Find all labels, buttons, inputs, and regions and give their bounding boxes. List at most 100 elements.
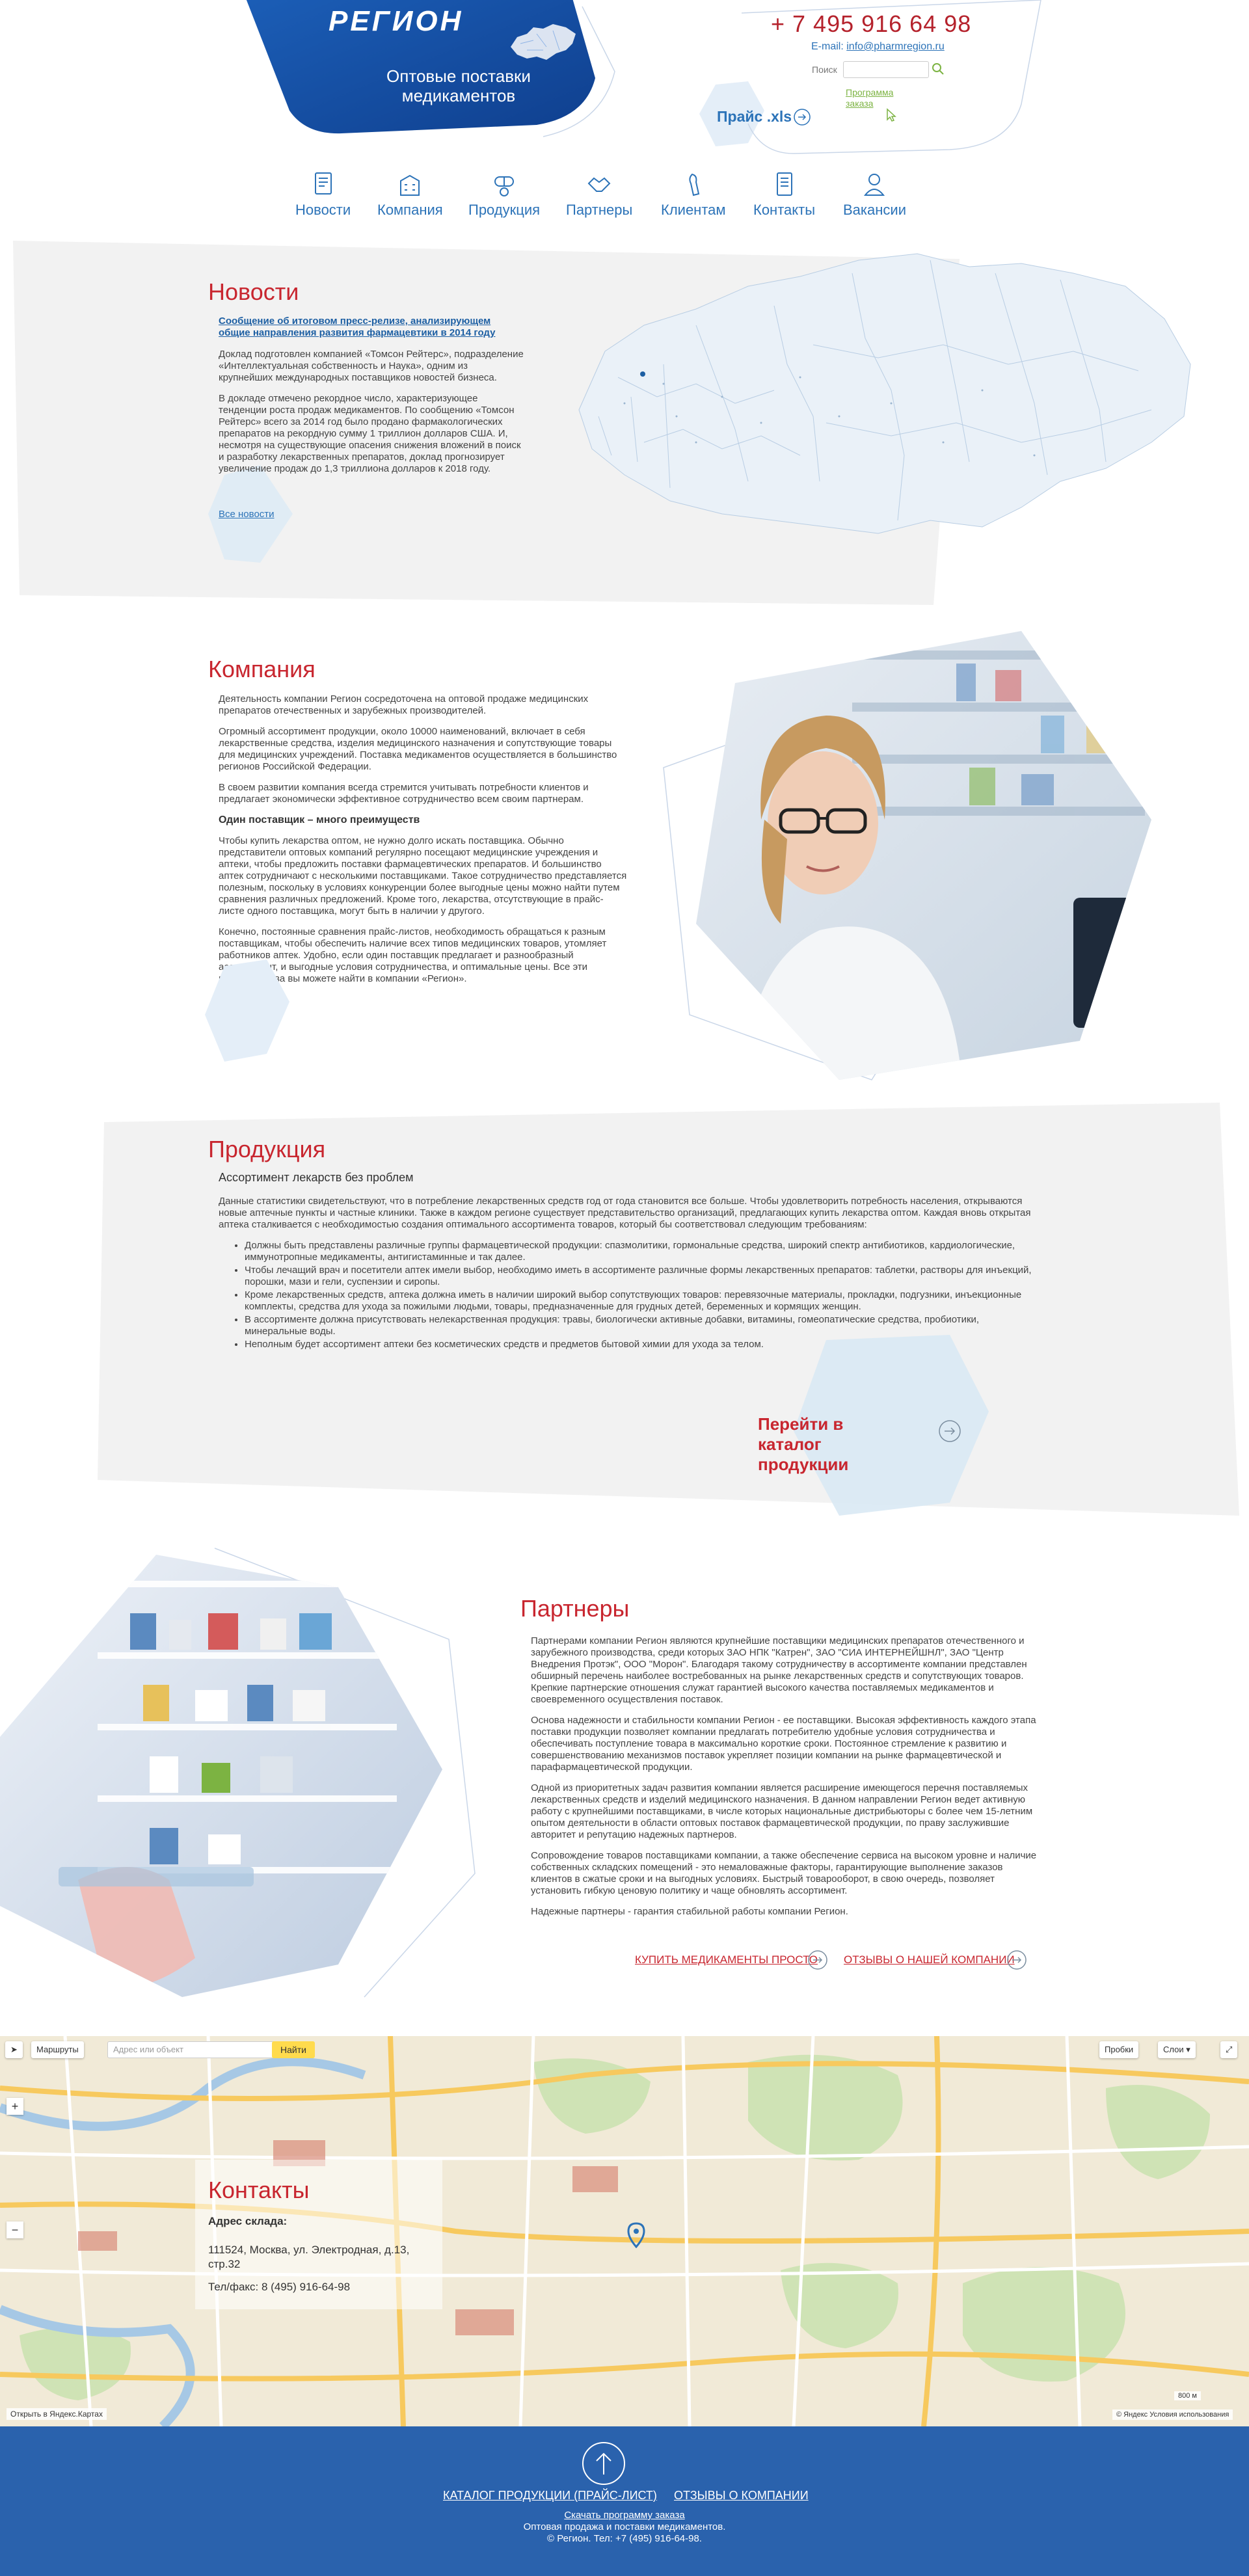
company-subtitle: Один поставщик – много преимуществ bbox=[219, 814, 420, 825]
partners-paragraph: Сопровождение товаров поставщиками компа… bbox=[531, 1850, 1037, 1896]
news-title: Новости bbox=[208, 278, 299, 305]
nav-label: Продукция bbox=[468, 202, 541, 218]
map-zoom-in-button[interactable]: + bbox=[7, 2098, 23, 2115]
pharmacist-photo bbox=[663, 631, 1151, 1080]
all-news-link[interactable]: Все новости bbox=[219, 509, 275, 520]
nav-label: Компания bbox=[377, 202, 443, 218]
pharmacy-shelves-photo bbox=[0, 1548, 476, 1998]
nav-item-company[interactable]: Компания bbox=[377, 170, 443, 219]
partners-body: Партнерами компании Регион являются круп… bbox=[531, 1635, 1038, 1927]
products-body: Данные статистики свидетельствуют, что в… bbox=[219, 1196, 1032, 1352]
traffic-label: Пробки bbox=[1105, 2045, 1134, 2054]
map-fullscreen-button[interactable]: ⤢ bbox=[1220, 2041, 1238, 2058]
partners-title: Партнеры bbox=[520, 1595, 630, 1622]
address-label: Адрес склада: bbox=[208, 2215, 288, 2227]
handshake-icon bbox=[587, 177, 611, 192]
footer-reviews-link[interactable]: ОТЗЫВЫ О КОМПАНИИ bbox=[674, 2489, 809, 2502]
footer-catalog-link[interactable]: КАТАЛОГ ПРОДУКЦИИ (ПРАЙС-ЛИСТ) bbox=[443, 2489, 657, 2502]
list-item: Должны быть представлены различные групп… bbox=[245, 1240, 1032, 1263]
company-paragraph: Чтобы купить лекарства оптом, не нужно д… bbox=[219, 835, 627, 917]
products-intro: Данные статистики свидетельствуют, что в… bbox=[219, 1196, 1031, 1230]
building-icon bbox=[400, 174, 420, 196]
news-paragraph: В докладе отмечено рекордное число, хара… bbox=[219, 393, 521, 474]
map-traffic-button[interactable]: Пробки bbox=[1099, 2041, 1139, 2058]
partners-paragraph: Одной из приоритетных задач развития ком… bbox=[531, 1782, 1033, 1840]
footer-tagline: Оптовая продажа и поставки медикаментов. bbox=[523, 2521, 726, 2532]
map-location-button[interactable]: ➤ bbox=[5, 2041, 23, 2058]
nav-item-news[interactable]: Новости bbox=[295, 170, 351, 219]
yandex-map[interactable] bbox=[0, 2036, 1249, 2426]
arrow-right-icon[interactable] bbox=[807, 1949, 829, 1971]
email-label: E-mail: bbox=[811, 41, 844, 52]
footer-copyright: © Регион. Тел: +7 (495) 916-64-98. bbox=[547, 2533, 702, 2544]
nav-label: Вакансии bbox=[843, 202, 906, 218]
site-header: РЕГИОН Оптовые поставки медикаментов + 7… bbox=[0, 0, 1249, 163]
news-icon bbox=[314, 172, 332, 195]
products-title: Продукция bbox=[208, 1136, 326, 1162]
nav-item-vacancies[interactable]: Вакансии bbox=[843, 170, 906, 219]
email-link[interactable]: info@pharmregion.ru bbox=[846, 41, 945, 52]
map-copyright[interactable]: © Яндекс Условия использования bbox=[1112, 2409, 1233, 2420]
news-body: Доклад подготовлен компанией «Томсон Рей… bbox=[219, 349, 524, 484]
map-toolbar: ➤ Маршруты Адрес или объект Найти Пробки… bbox=[0, 2036, 1249, 2062]
map-scale: 800 м bbox=[1174, 2391, 1201, 2400]
russia-regions-map bbox=[578, 253, 1191, 534]
russia-map-icon bbox=[511, 24, 576, 60]
partners-paragraph: Партнерами компании Регион являются круп… bbox=[531, 1635, 1027, 1705]
company-body: Деятельность компании Регион сосредоточе… bbox=[219, 693, 627, 994]
arrow-right-icon[interactable] bbox=[792, 107, 812, 127]
company-paragraph: Деятельность компании Регион сосредоточе… bbox=[219, 693, 589, 716]
map-zoom-out-button[interactable]: − bbox=[7, 2221, 23, 2238]
nav-label: Клиентам bbox=[661, 202, 726, 218]
decor-hexagon bbox=[205, 959, 289, 1062]
nav-item-clients[interactable]: Клиентам bbox=[661, 170, 726, 219]
logo-text: РЕГИОН bbox=[329, 5, 464, 37]
nav-label: Новости bbox=[295, 202, 351, 218]
arrow-right-icon[interactable] bbox=[937, 1418, 963, 1444]
list-item: Чтобы лечащий врач и посетители аптек им… bbox=[245, 1265, 1032, 1288]
arrow-right-icon[interactable] bbox=[1006, 1949, 1028, 1971]
nav-item-products[interactable]: Продукция bbox=[468, 170, 540, 219]
clients-icon bbox=[689, 173, 699, 196]
partners-paragraph: Основа надежности и стабильности компани… bbox=[531, 1715, 1036, 1773]
nav-item-partners[interactable]: Партнеры bbox=[566, 170, 632, 219]
contacts-title: Контакты bbox=[208, 2177, 310, 2203]
map-routes-button[interactable]: Маршруты bbox=[31, 2041, 84, 2058]
news-paragraph: Доклад подготовлен компанией «Томсон Рей… bbox=[219, 349, 524, 383]
news-headline-link[interactable]: Сообщение об итоговом пресс-релизе, анал… bbox=[219, 315, 518, 339]
person-icon bbox=[864, 174, 885, 196]
header-phone[interactable]: + 7 495 916 64 98 bbox=[771, 10, 971, 38]
map-pin-icon[interactable] bbox=[626, 2222, 646, 2248]
nav-item-contacts[interactable]: Контакты bbox=[753, 170, 815, 219]
address-text: 111524, Москва, ул. Электродная, д.13, с… bbox=[208, 2244, 410, 2270]
map-search-input[interactable]: Адрес или объект bbox=[107, 2041, 276, 2058]
search-input[interactable] bbox=[843, 61, 929, 78]
company-reviews-link[interactable]: ОТЗЫВЫ О НАШЕЙ КОМПАНИИ bbox=[844, 1953, 1015, 1966]
cursor-click-icon bbox=[887, 108, 896, 122]
price-xls-link[interactable]: Прайс .xls bbox=[717, 108, 792, 126]
footer-download-link[interactable]: Скачать программу заказа bbox=[0, 2510, 1249, 2521]
buy-medicines-link[interactable]: КУПИТЬ МЕДИКАМЕНТЫ ПРОСТО bbox=[635, 1953, 818, 1966]
main-nav: Новости Компания Продукция Партнеры Клие… bbox=[293, 170, 943, 222]
company-paragraph: Огромный ассортимент продукции, около 10… bbox=[219, 726, 617, 772]
logo[interactable]: РЕГИОН Оптовые поставки медикаментов bbox=[231, 0, 686, 143]
contacts-phone: Тел/факс: 8 (495) 916-64-98 bbox=[208, 2281, 351, 2293]
catalog-link[interactable]: Перейти в каталог продукции bbox=[758, 1414, 901, 1475]
logo-subtitle: Оптовые поставки медикаментов bbox=[386, 66, 531, 105]
scroll-up-icon[interactable] bbox=[581, 2441, 626, 2486]
open-in-yandex-link[interactable]: Открыть в Яндекс.Картах bbox=[7, 2408, 107, 2420]
company-paragraph: В своем развитии компания всегда стремит… bbox=[219, 782, 589, 805]
nav-label: Контакты bbox=[753, 202, 816, 218]
products-subtitle: Ассортимент лекарств без проблем bbox=[219, 1171, 414, 1184]
list-item: Кроме лекарственных средств, аптека долж… bbox=[245, 1289, 1032, 1313]
layers-label: Слои bbox=[1163, 2045, 1184, 2054]
search-icon[interactable] bbox=[932, 62, 945, 75]
map-layers-button[interactable]: Слои ▾ bbox=[1158, 2041, 1196, 2058]
pills-icon bbox=[494, 176, 515, 196]
map-canvas bbox=[0, 2036, 1249, 2426]
map-find-button[interactable]: Найти bbox=[272, 2041, 315, 2058]
company-title: Компания bbox=[208, 656, 316, 682]
partners-paragraph: Надежные партнеры - гарантия стабильной … bbox=[531, 1906, 848, 1917]
header-email[interactable]: E-mail: info@pharmregion.ru bbox=[811, 41, 945, 53]
routes-label: Маршруты bbox=[36, 2045, 79, 2054]
